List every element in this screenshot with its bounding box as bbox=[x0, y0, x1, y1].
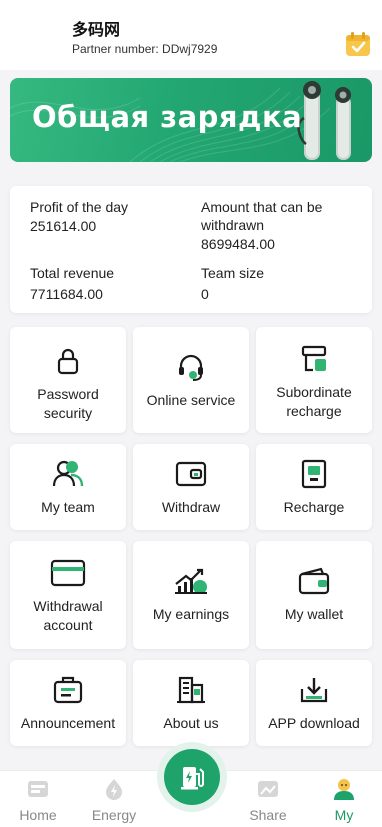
menu-subordinate-recharge[interactable]: Subordinate recharge bbox=[256, 327, 372, 433]
tab-label: My bbox=[334, 807, 354, 823]
menu-label: My team bbox=[41, 499, 95, 515]
menu-withdrawal-account[interactable]: Withdrawal account bbox=[10, 541, 126, 649]
banner-title: Общая зарядка bbox=[32, 100, 303, 134]
share-icon bbox=[258, 781, 278, 797]
menu-withdraw[interactable]: Withdraw bbox=[133, 444, 249, 530]
menu-my-team[interactable]: My team bbox=[10, 444, 126, 530]
promo-banner[interactable]: Общая зарядка bbox=[10, 78, 372, 162]
headset-icon bbox=[173, 349, 209, 385]
menu-label: Announcement bbox=[20, 715, 116, 731]
charger-post-icon bbox=[297, 81, 351, 160]
energy-icon bbox=[106, 779, 122, 800]
recharge-icon bbox=[296, 456, 332, 492]
menu-label: Withdrawal account bbox=[33, 598, 103, 633]
menu-online-service[interactable]: Online service bbox=[133, 327, 249, 433]
withdrawable-value: 8699484.00 bbox=[201, 236, 275, 252]
menu-my-earnings[interactable]: My earnings bbox=[133, 541, 249, 649]
menu-label: About us bbox=[163, 715, 219, 731]
tab-home[interactable]: Home bbox=[0, 771, 76, 827]
team-size-value: 0 bbox=[201, 286, 209, 302]
menu-password-security[interactable]: Password security bbox=[10, 327, 126, 433]
menu-recharge[interactable]: Recharge bbox=[256, 444, 372, 530]
subordinate-recharge-icon bbox=[296, 341, 332, 377]
profile-icon bbox=[334, 779, 354, 800]
menu-label: Subordinate recharge bbox=[276, 384, 352, 419]
announcement-icon bbox=[50, 672, 86, 708]
tab-energy[interactable]: Energy bbox=[76, 771, 152, 827]
charging-station-icon bbox=[164, 749, 220, 805]
team-size-label: Team size bbox=[201, 265, 265, 281]
building-icon bbox=[173, 672, 209, 708]
team-icon bbox=[50, 456, 86, 492]
menu-label: Withdraw bbox=[161, 499, 221, 515]
menu-announcement[interactable]: Announcement bbox=[10, 660, 126, 746]
app-title: 多码网 bbox=[72, 20, 121, 39]
tab-label: Home bbox=[19, 807, 57, 823]
menu-label: My earnings bbox=[152, 606, 230, 622]
menu-label: Online service bbox=[146, 392, 236, 408]
card-icon bbox=[50, 555, 86, 591]
partner-number: Partner number: DDwj7929 bbox=[72, 42, 218, 56]
revenue-label: Total revenue bbox=[30, 265, 115, 281]
profit-label: Profit of the day bbox=[30, 199, 129, 215]
earnings-chart-icon bbox=[173, 563, 209, 599]
menu-my-wallet[interactable]: My wallet bbox=[256, 541, 372, 649]
menu-app-download[interactable]: APP download bbox=[256, 660, 372, 746]
profit-value: 251614.00 bbox=[30, 218, 97, 234]
revenue-value: 7711684.00 bbox=[30, 286, 103, 302]
lock-icon bbox=[50, 343, 86, 379]
stats-card: Profit of the day 251614.00 Amount that … bbox=[10, 186, 372, 313]
tab-label: Share bbox=[249, 807, 287, 823]
wallet-icon bbox=[296, 563, 332, 599]
wallet-withdraw-icon bbox=[173, 456, 209, 492]
tab-share[interactable]: Share bbox=[230, 771, 306, 827]
menu-label: APP download bbox=[268, 715, 360, 731]
tab-label: Energy bbox=[91, 807, 137, 823]
menu-label: Recharge bbox=[283, 499, 345, 515]
charging-fab-button[interactable] bbox=[157, 742, 227, 812]
calendar-check-icon[interactable] bbox=[344, 30, 372, 58]
tab-my[interactable]: My bbox=[306, 771, 382, 827]
menu-label: Password security bbox=[37, 386, 99, 421]
home-icon bbox=[28, 781, 48, 797]
header: 多码网 Partner number: DDwj7929 bbox=[0, 0, 382, 70]
menu-label: My wallet bbox=[284, 606, 344, 622]
menu-about-us[interactable]: About us bbox=[133, 660, 249, 746]
withdrawable-label: Amount that can be withdrawn bbox=[201, 199, 323, 233]
download-icon bbox=[296, 672, 332, 708]
